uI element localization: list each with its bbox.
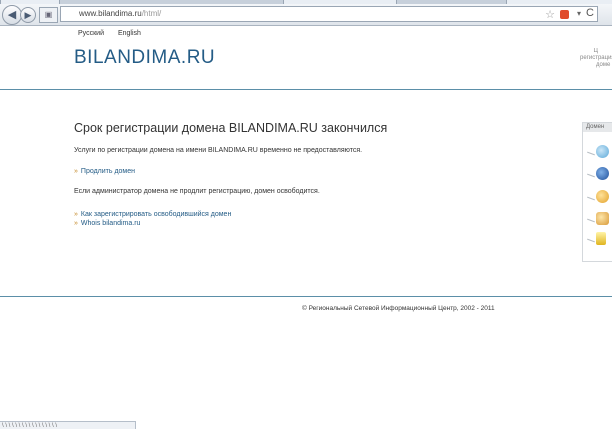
divider xyxy=(587,218,595,223)
divider xyxy=(587,173,595,178)
address-bar[interactable]: www.bilandima.ru/html/ ☆ ▾ C xyxy=(60,6,598,22)
reload-icon[interactable]: C xyxy=(586,7,594,19)
lang-link-russian[interactable]: Русский xyxy=(78,30,104,37)
divider xyxy=(587,196,595,201)
page-title: Срок регистрации домена BILANDIMA.RU зак… xyxy=(74,121,388,135)
divider xyxy=(587,151,595,156)
back-arrow-icon[interactable]: ◀ xyxy=(2,5,22,25)
browser-toolbar: ◀ ▶ ▣ www.bilandima.ru/html/ ☆ ▾ C xyxy=(0,4,612,26)
renew-domain-link[interactable]: » Продлить домен xyxy=(74,168,135,175)
forward-arrow-icon[interactable]: ▶ xyxy=(20,7,36,23)
chevron-down-icon[interactable]: ▾ xyxy=(577,9,581,18)
url-path: /html/ xyxy=(141,9,162,18)
footer-copyright: © Региональный Сетевой Информационный Це… xyxy=(302,305,495,312)
corner-line: Ц xyxy=(593,48,598,54)
address-text: www.bilandima.ru/html/ xyxy=(79,9,161,18)
arrow-icon: » xyxy=(74,168,78,175)
service-notice: Услуги по регистрации домена на имени BI… xyxy=(74,147,363,154)
side-panel: Домен xyxy=(582,122,612,262)
header-divider xyxy=(0,89,612,90)
divider xyxy=(587,238,595,243)
whois-label: Whois bilandima.ru xyxy=(80,220,141,227)
url-host: www.bilandima.ru xyxy=(79,9,142,18)
site-logo[interactable]: BILANDIMA.RU xyxy=(74,47,215,69)
corner-line: доме xyxy=(596,62,611,68)
site-identity-icon[interactable]: ▣ xyxy=(39,7,58,23)
handshake-icon[interactable] xyxy=(596,190,609,203)
renew-domain-label: Продлить домен xyxy=(80,168,135,175)
whois-link[interactable]: » Whois bilandima.ru xyxy=(74,220,140,227)
lang-link-english[interactable]: English xyxy=(118,30,141,37)
register-freed-domain-label: Как зарегистрировать освободившийся доме… xyxy=(80,211,232,218)
globe-icon[interactable] xyxy=(596,145,609,158)
corner-line: регистрация xyxy=(580,55,612,61)
arrow-icon: » xyxy=(74,211,78,218)
bookmark-star-icon[interactable]: ☆ xyxy=(545,8,555,21)
browser-status-bar: \ \ \ \ \ \ \ \ \ \ \ \ \ \ \ \ \ xyxy=(0,421,136,429)
arrow-icon: » xyxy=(74,220,78,227)
percent-badge-icon[interactable] xyxy=(596,167,609,180)
footer-divider xyxy=(0,296,612,297)
register-freed-domain-link[interactable]: » Как зарегистрировать освободившийся дом… xyxy=(74,211,231,218)
language-switcher: Русский English xyxy=(78,30,153,37)
user-card-icon[interactable] xyxy=(596,212,609,225)
corner-caption: Ц регистрация доме xyxy=(580,48,612,69)
release-notice: Если администратор домена не продлит рег… xyxy=(74,188,320,195)
coins-icon[interactable] xyxy=(596,232,606,245)
side-panel-title: Домен xyxy=(583,123,612,132)
search-engine-icon[interactable] xyxy=(560,10,569,19)
